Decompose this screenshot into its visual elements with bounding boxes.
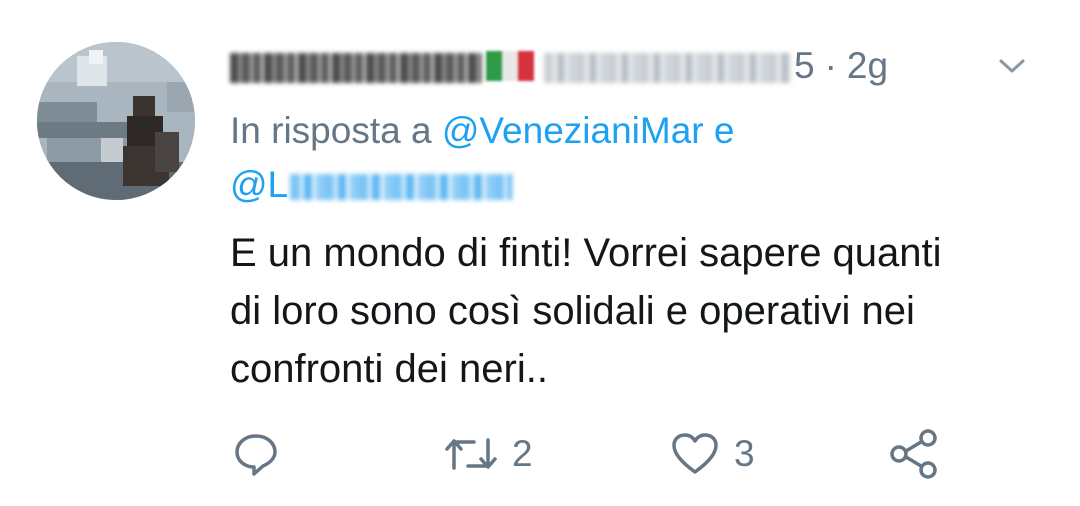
avatar-image <box>37 42 195 200</box>
avatar[interactable] <box>37 42 195 200</box>
reply-prefix: In risposta a <box>230 110 432 151</box>
reply-mention-link-2[interactable]: @L <box>230 164 513 205</box>
share-icon <box>890 429 937 479</box>
retweet-button[interactable]: 2 <box>444 426 533 482</box>
reply-icon <box>235 434 277 476</box>
like-button[interactable]: 3 <box>670 426 755 482</box>
author-handle-redacted <box>544 53 792 83</box>
separator: · <box>824 45 837 86</box>
like-count: 3 <box>734 433 755 474</box>
reply-context: In risposta a @VenezianiMar e @L <box>230 104 1050 212</box>
italy-flag-icon <box>486 51 534 81</box>
tweet-text: E un mondo di finti! Vorrei sapere quant… <box>230 231 942 391</box>
reply-mention-2-prefix: @L <box>230 164 289 205</box>
retweet-icon <box>445 438 497 470</box>
tweet-actions: 2 3 <box>230 426 950 482</box>
tweet-header: 5 · 2g <box>230 38 1040 94</box>
tweet-time[interactable]: 2g <box>847 45 888 87</box>
reply-conjunction: e <box>713 110 735 151</box>
reply-button[interactable] <box>232 426 280 482</box>
retweet-count: 2 <box>512 433 533 474</box>
handle-tail: 5 <box>794 45 815 86</box>
tweet[interactable]: 5 · 2g In risposta a @VenezianiMar e @L … <box>0 0 1080 506</box>
share-button[interactable] <box>888 426 940 482</box>
reply-mention-link[interactable]: @VenezianiMar <box>442 110 704 151</box>
author-name-redacted[interactable] <box>230 53 482 83</box>
heart-icon <box>672 433 718 474</box>
chevron-down-icon[interactable] <box>996 50 1028 82</box>
reply-mention-2-redacted <box>290 174 513 201</box>
